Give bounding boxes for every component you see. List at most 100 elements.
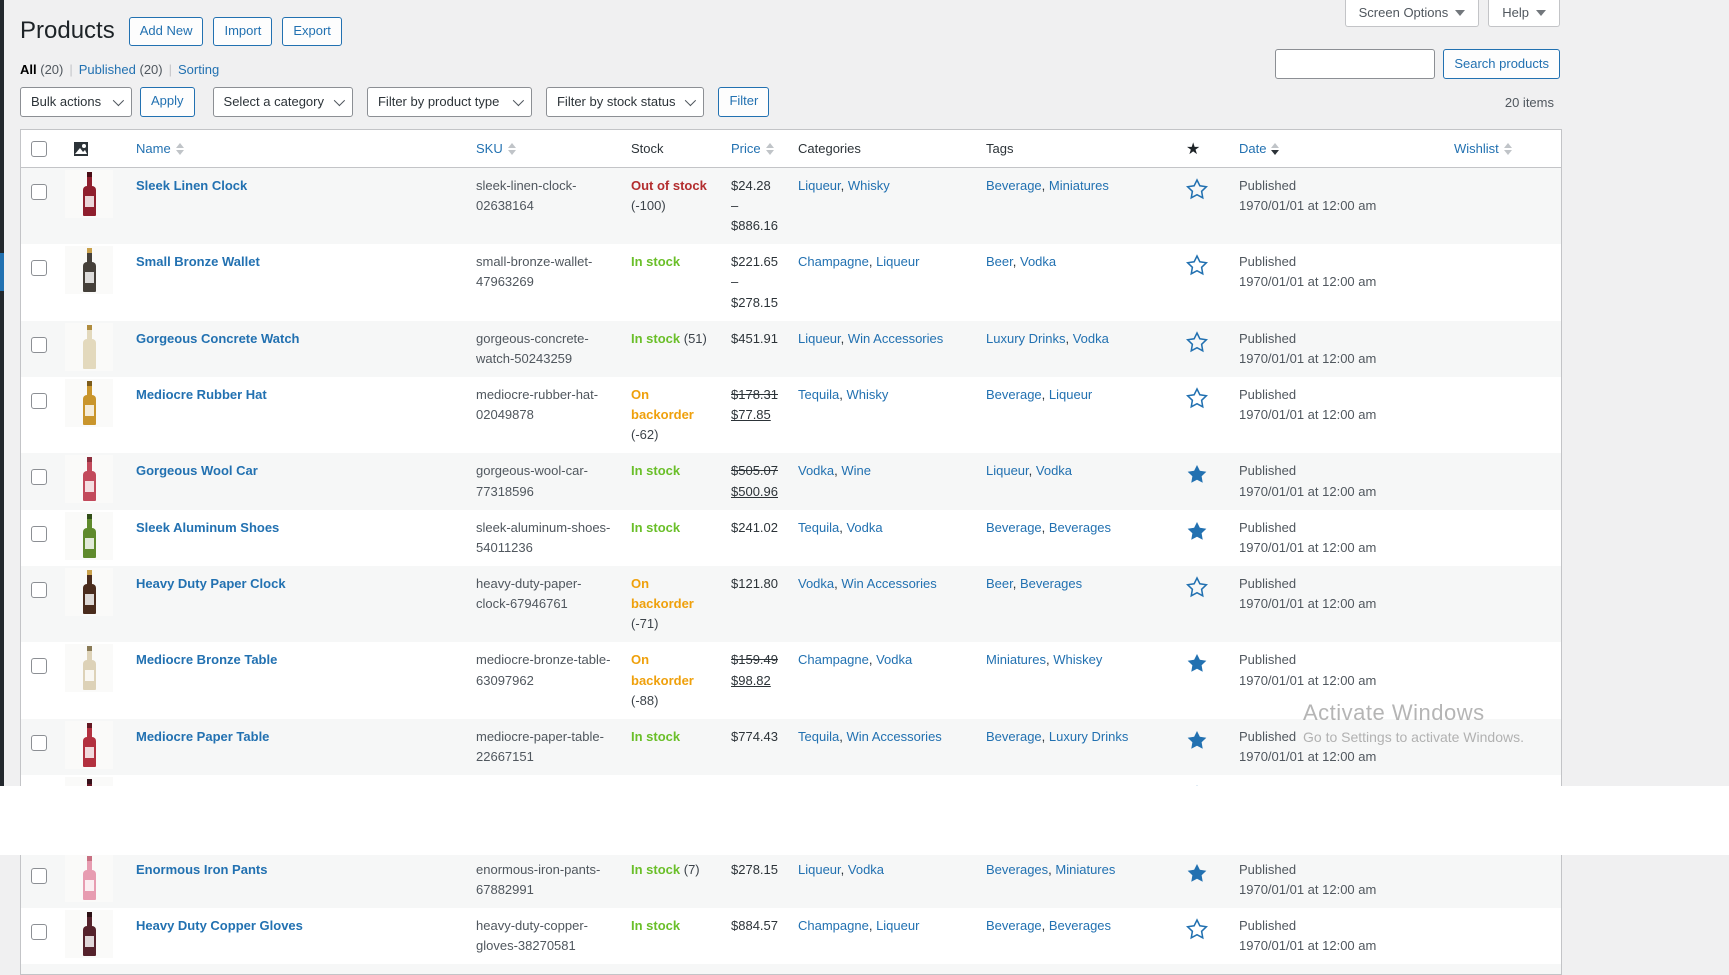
subset-all[interactable]: All (20) [20,62,63,77]
term-link[interactable]: Beer [986,254,1013,269]
term-link[interactable]: Tequila [798,387,839,402]
term-link[interactable]: Liqueur [986,463,1029,478]
term-link[interactable]: Beverages [1049,520,1111,535]
term-link[interactable]: Win Accessories [846,729,941,744]
featured-toggle-star-icon[interactable] [1186,254,1208,276]
term-link[interactable]: Beverage [986,729,1042,744]
select-all-checkbox[interactable] [31,141,47,157]
term-link[interactable]: Whisky [846,387,888,402]
term-link[interactable]: Champagne [798,918,869,933]
featured-toggle-star-icon[interactable] [1186,387,1208,409]
term-link[interactable]: Beverages [1049,918,1111,933]
term-link[interactable]: Miniatures [1049,178,1109,193]
term-link[interactable]: Whiskey [1053,652,1102,667]
apply-button[interactable]: Apply [140,87,195,117]
row-select-checkbox[interactable] [31,924,47,940]
term-link[interactable]: Vodka [848,862,884,877]
category-filter-select[interactable]: Select a category [213,87,353,117]
export-button[interactable]: Export [282,17,342,46]
featured-toggle-star-icon[interactable] [1186,520,1208,542]
featured-toggle-star-icon[interactable] [1186,918,1208,940]
help-button[interactable]: Help [1488,0,1560,27]
featured-toggle-star-icon[interactable] [1186,576,1208,598]
term-link[interactable]: Liqueur [798,331,841,346]
row-select-checkbox[interactable] [31,526,47,542]
term-link[interactable]: Miniatures [986,652,1046,667]
product-name-link[interactable]: Gorgeous Concrete Watch [136,331,299,346]
add-new-button[interactable]: Add New [129,17,204,46]
row-select-checkbox[interactable] [31,184,47,200]
term-link[interactable]: Luxury Drinks [986,331,1065,346]
product-name-link[interactable]: Mediocre Bronze Table [136,652,277,667]
product-name-link[interactable]: Mediocre Rubber Hat [136,387,267,402]
product-name-link[interactable]: Mediocre Paper Table [136,729,269,744]
term-link[interactable]: Vodka [798,463,834,478]
term-link[interactable]: Champagne [798,652,869,667]
screen-options-button[interactable]: Screen Options [1345,0,1480,27]
product-type-filter-select[interactable]: Filter by product type [367,87,532,117]
row-select-checkbox[interactable] [31,868,47,884]
term-link[interactable]: Vodka [1036,463,1072,478]
term-link[interactable]: Vodka [1020,254,1056,269]
term-link[interactable]: Vodka [876,652,912,667]
term-link[interactable]: Liqueur [798,862,841,877]
subset-sorting[interactable]: Sorting [178,62,219,77]
chevron-down-icon [1536,10,1546,16]
term-link[interactable]: Win Accessories [841,576,936,591]
row-select-checkbox[interactable] [31,658,47,674]
featured-toggle-star-icon[interactable] [1186,331,1208,353]
term-link[interactable]: Beverage [986,520,1042,535]
term-link[interactable]: Liqueur [876,918,919,933]
term-link[interactable]: Miniatures [1055,862,1115,877]
term-link[interactable]: Champagne [798,254,869,269]
term-link[interactable]: Win Accessories [848,331,943,346]
search-input[interactable] [1275,49,1435,79]
term-link[interactable]: Liqueur [798,178,841,193]
sort-by-name[interactable]: Name [136,141,184,156]
featured-toggle-star-icon[interactable] [1186,463,1208,485]
term-link[interactable]: Wine [841,463,871,478]
bulk-actions-select[interactable]: Bulk actions [20,87,132,117]
product-name-link[interactable]: Sleek Linen Clock [136,178,247,193]
product-name-link[interactable]: Heavy Duty Paper Clock [136,576,286,591]
term-link[interactable]: Beverage [986,918,1042,933]
product-name-link[interactable]: Heavy Duty Copper Gloves [136,918,303,933]
term-link[interactable]: Beverage [986,178,1042,193]
term-link[interactable]: Whisky [848,178,890,193]
term-link[interactable]: Vodka [1073,331,1109,346]
filter-button[interactable]: Filter [718,87,769,117]
featured-toggle-star-icon[interactable] [1186,652,1208,674]
sort-by-sku[interactable]: SKU [476,141,516,156]
import-button[interactable]: Import [213,17,272,46]
row-select-checkbox[interactable] [31,582,47,598]
term-link[interactable]: Beverages [1020,576,1082,591]
product-name-link[interactable]: Enormous Iron Pants [136,862,267,877]
subset-published[interactable]: Published (20) [79,62,163,77]
term-link[interactable]: Vodka [846,520,882,535]
term-link[interactable]: Beverage [986,387,1042,402]
row-select-checkbox[interactable] [31,393,47,409]
term-link[interactable]: Vodka [798,576,834,591]
term-link[interactable]: Tequila [798,729,839,744]
search-products-button[interactable]: Search products [1443,49,1560,79]
product-name-link[interactable]: Sleek Aluminum Shoes [136,520,279,535]
term-link[interactable]: Beverages [986,862,1048,877]
featured-toggle-star-icon[interactable] [1186,178,1208,200]
sort-by-date[interactable]: Date [1239,141,1279,156]
featured-toggle-star-icon[interactable] [1186,729,1208,751]
term-link[interactable]: Liqueur [876,254,919,269]
term-link[interactable]: Luxury Drinks [1049,729,1128,744]
product-name-link[interactable]: Small Bronze Wallet [136,254,260,269]
sort-by-wishlist[interactable]: Wishlist [1454,141,1512,156]
row-select-checkbox[interactable] [31,469,47,485]
term-link[interactable]: Beer [986,576,1013,591]
stock-status-filter-select[interactable]: Filter by stock status [546,87,704,117]
term-link[interactable]: Liqueur [1049,387,1092,402]
row-select-checkbox[interactable] [31,735,47,751]
term-link[interactable]: Tequila [798,520,839,535]
featured-toggle-star-icon[interactable] [1186,862,1208,884]
row-select-checkbox[interactable] [31,337,47,353]
sort-by-price[interactable]: Price [731,141,774,156]
product-name-link[interactable]: Gorgeous Wool Car [136,463,258,478]
row-select-checkbox[interactable] [31,260,47,276]
